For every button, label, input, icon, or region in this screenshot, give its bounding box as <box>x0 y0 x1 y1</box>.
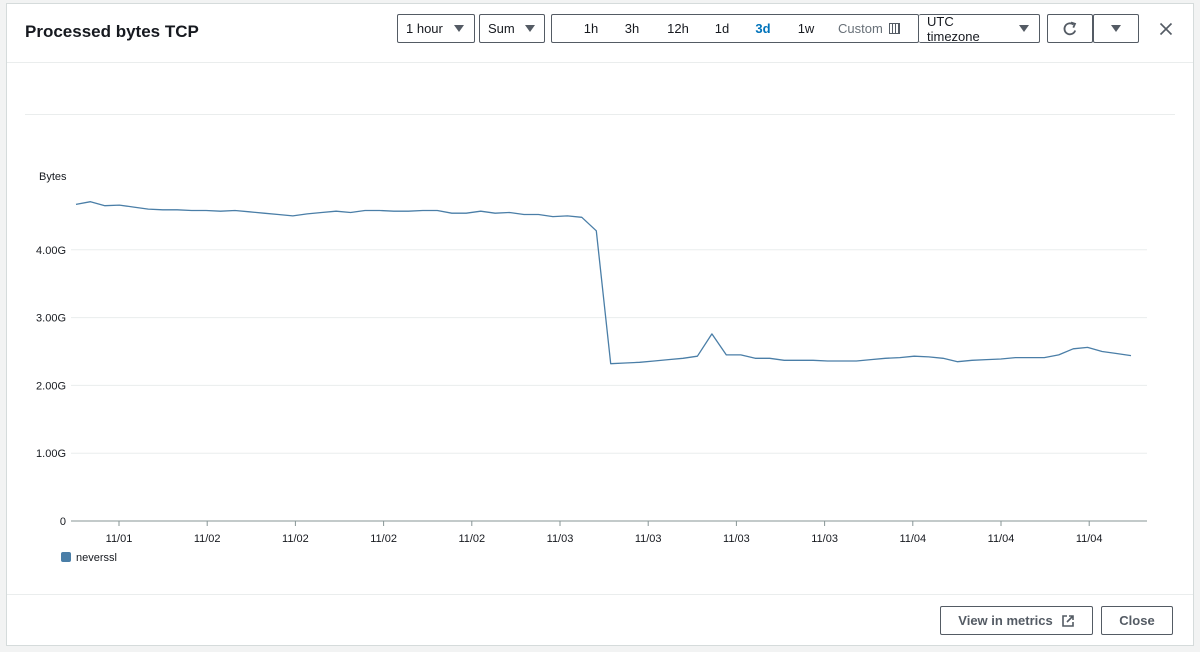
x-tick-label: 11/03 <box>811 533 838 545</box>
view-in-metrics-label: View in metrics <box>958 613 1053 628</box>
caret-down-icon <box>1019 25 1029 32</box>
x-tick-label: 11/02 <box>194 533 221 545</box>
statistic-select[interactable]: Sum <box>479 14 545 43</box>
series-line-neverssl <box>75 201 1132 365</box>
y-tick-label: 0 <box>60 516 66 528</box>
modal-title: Processed bytes TCP <box>25 22 199 41</box>
metric-modal: Processed bytes TCP 1 hour Sum 1h 3h 12h… <box>6 3 1194 646</box>
period-value: 1 hour <box>406 21 443 36</box>
range-3h[interactable]: 3h <box>613 21 651 36</box>
x-tick-label: 11/03 <box>635 533 662 545</box>
calendar-icon <box>888 23 900 34</box>
range-1h[interactable]: 1h <box>572 21 610 36</box>
x-tick-label: 11/03 <box>547 533 574 545</box>
x-tick-label: 11/04 <box>899 533 926 545</box>
custom-label: Custom <box>838 21 883 36</box>
range-1w[interactable]: 1w <box>787 21 825 36</box>
external-link-icon <box>1061 614 1074 627</box>
refresh-button[interactable] <box>1047 14 1093 43</box>
view-in-metrics-button[interactable]: View in metrics <box>940 606 1093 635</box>
caret-down-icon <box>454 25 464 32</box>
legend-swatch <box>61 552 71 562</box>
range-1d[interactable]: 1d <box>704 21 740 36</box>
y-tick-label: 4.00G <box>36 245 66 257</box>
y-axis-title: Bytes <box>39 171 67 183</box>
actions-dropdown-button[interactable] <box>1093 14 1139 43</box>
legend-label: neverssl <box>76 552 117 564</box>
x-tick-label: 11/02 <box>370 533 397 545</box>
range-custom[interactable]: Custom <box>838 21 918 36</box>
line-chart: Bytes 0 1.00G 2.00G 3.00G 4.00G 11/01 11/02 11/0… <box>36 171 1147 564</box>
caret-down-icon <box>1111 25 1121 32</box>
timezone-select[interactable]: UTC timezone <box>919 13 1040 44</box>
close-button[interactable]: Close <box>1101 606 1173 635</box>
x-tick-label: 11/02 <box>282 533 309 545</box>
x-tick-label: 11/01 <box>106 533 133 545</box>
x-tick-label: 11/04 <box>1076 533 1103 545</box>
time-range-selector: 1h 3h 12h 1d 3d 1w Custom <box>551 14 919 43</box>
x-tick-label: 11/02 <box>458 533 485 545</box>
statistic-value: Sum <box>488 21 515 36</box>
x-tick-label: 11/03 <box>723 533 750 545</box>
chart-area: Bytes 0 1.00G 2.00G 3.00G 4.00G 11/01 11/02 11/0… <box>7 62 1193 594</box>
range-12h[interactable]: 12h <box>657 21 699 36</box>
y-tick-label: 1.00G <box>36 448 66 460</box>
close-icon[interactable] <box>1157 20 1175 38</box>
refresh-icon <box>1063 21 1077 35</box>
y-tick-label: 3.00G <box>36 313 66 325</box>
x-tick-label: 11/04 <box>988 533 1015 545</box>
caret-down-icon <box>524 25 535 32</box>
timezone-value: UTC timezone <box>927 13 980 44</box>
range-3d[interactable]: 3d <box>744 21 782 36</box>
modal-header: Processed bytes TCP 1 hour Sum 1h 3h 12h… <box>7 4 1193 63</box>
y-tick-label: 2.00G <box>36 380 66 392</box>
modal-footer: View in metrics Close <box>7 594 1193 647</box>
period-select[interactable]: 1 hour <box>397 14 475 43</box>
